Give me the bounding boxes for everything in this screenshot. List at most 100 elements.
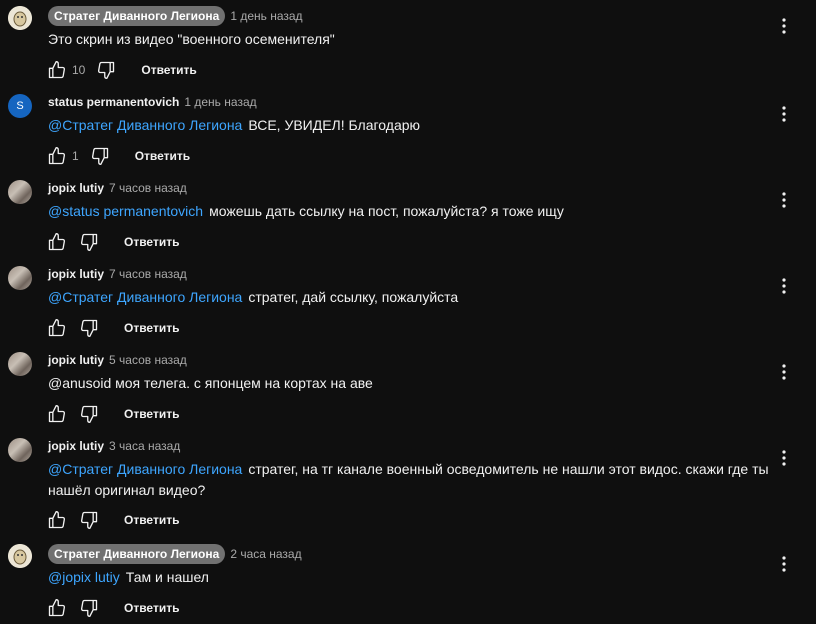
more-vertical-icon bbox=[782, 106, 786, 122]
more-vertical-icon bbox=[782, 192, 786, 208]
author-name[interactable]: jopix lutiy bbox=[48, 439, 104, 453]
reply-button[interactable]: Ответить bbox=[124, 601, 179, 615]
comment-header: status permanentovich 1 день назад bbox=[48, 92, 257, 112]
thumbs-down-icon bbox=[98, 61, 115, 80]
comment-text: @Стратег Диванного Легиона ВСЕ, УВИДЕЛ! Б… bbox=[48, 115, 778, 136]
avatar-letter: S bbox=[16, 100, 24, 112]
action-bar: Ответить bbox=[46, 230, 179, 254]
comment-text: Это скрин из видео "военного осеменителя… bbox=[48, 29, 778, 50]
thumbs-down-icon bbox=[80, 599, 98, 617]
dislike-button[interactable] bbox=[78, 597, 100, 619]
mention-link[interactable]: @Стратег Диванного Легиона bbox=[48, 289, 242, 305]
dislike-button[interactable] bbox=[78, 509, 100, 531]
comment-body: можешь дать ссылку на пост, пожалуйста? … bbox=[209, 203, 564, 219]
mention-link[interactable]: @jopix lutiy bbox=[48, 569, 120, 585]
more-options-button[interactable] bbox=[774, 188, 794, 212]
more-options-button[interactable] bbox=[774, 102, 794, 126]
timestamp[interactable]: 7 часов назад bbox=[109, 267, 187, 281]
avatar[interactable] bbox=[8, 352, 32, 376]
dislike-button[interactable] bbox=[78, 403, 100, 425]
comment-header: jopix lutiy 5 часов назад bbox=[48, 350, 187, 370]
thumbs-up-icon bbox=[48, 511, 66, 529]
comment-body: Это скрин из видео "военного осеменителя… bbox=[48, 31, 335, 47]
reply-button[interactable]: Ответить bbox=[135, 149, 190, 163]
dislike-button[interactable] bbox=[78, 317, 100, 339]
comment-body: ВСЕ, УВИДЕЛ! Благодарю bbox=[248, 117, 421, 133]
reply-button[interactable]: Ответить bbox=[124, 513, 179, 527]
thumbs-up-icon bbox=[48, 599, 66, 617]
more-vertical-icon bbox=[782, 364, 786, 380]
dislike-button[interactable] bbox=[89, 145, 111, 167]
timestamp[interactable]: 2 часа назад bbox=[230, 547, 301, 561]
thumbs-up-icon bbox=[48, 61, 66, 79]
timestamp[interactable]: 3 часа назад bbox=[109, 439, 180, 453]
reply-button[interactable]: Ответить bbox=[124, 235, 179, 249]
author-name[interactable]: Стратег Диванного Легиона bbox=[48, 544, 226, 564]
like-button[interactable] bbox=[46, 597, 68, 619]
author-name[interactable]: Стратег Диванного Легиона bbox=[48, 6, 226, 26]
action-bar: 1 Ответить bbox=[46, 144, 190, 168]
like-button[interactable] bbox=[46, 145, 68, 167]
timestamp[interactable]: 1 день назад bbox=[184, 95, 256, 109]
more-vertical-icon bbox=[782, 556, 786, 572]
timestamp[interactable]: 5 часов назад bbox=[109, 353, 187, 367]
comment-text: @Стратег Диванного Легиона стратег, на тг… bbox=[48, 459, 778, 501]
thumbs-up-icon bbox=[48, 319, 66, 337]
mention-link[interactable]: @status permanentovich bbox=[48, 203, 203, 219]
more-options-button[interactable] bbox=[774, 446, 794, 470]
comment-header: Стратег Диванного Легиона 1 день назад bbox=[48, 6, 303, 26]
mention-link[interactable]: @Стратег Диванного Легиона bbox=[48, 461, 242, 477]
comment-header: jopix lutiy 7 часов назад bbox=[48, 178, 187, 198]
more-options-button[interactable] bbox=[774, 14, 794, 38]
reply-button[interactable]: Ответить bbox=[124, 321, 179, 335]
avatar[interactable] bbox=[8, 438, 32, 462]
author-name[interactable]: jopix lutiy bbox=[48, 181, 104, 195]
mention-link[interactable]: @Стратег Диванного Легиона bbox=[48, 117, 242, 133]
action-bar: Ответить bbox=[46, 596, 179, 620]
author-name[interactable]: jopix lutiy bbox=[48, 353, 104, 367]
avatar[interactable] bbox=[8, 6, 32, 30]
reply-button[interactable]: Ответить bbox=[124, 407, 179, 421]
timestamp[interactable]: 1 день назад bbox=[230, 9, 302, 23]
more-vertical-icon bbox=[782, 450, 786, 466]
action-bar: 10 Ответить bbox=[46, 58, 197, 82]
comment-header: jopix lutiy 3 часа назад bbox=[48, 436, 180, 456]
like-button[interactable] bbox=[46, 509, 68, 531]
more-options-button[interactable] bbox=[774, 274, 794, 298]
comment-text: @status permanentovich можешь дать ссылку… bbox=[48, 201, 778, 222]
author-name[interactable]: status permanentovich bbox=[48, 95, 179, 109]
more-options-button[interactable] bbox=[774, 552, 794, 576]
avatar[interactable] bbox=[8, 266, 32, 290]
comment-header: jopix lutiy 7 часов назад bbox=[48, 264, 187, 284]
action-bar: Ответить bbox=[46, 316, 179, 340]
comment-body: Там и нашел bbox=[125, 569, 209, 585]
thumbs-up-icon bbox=[48, 147, 66, 165]
like-count: 1 bbox=[72, 149, 79, 163]
author-name[interactable]: jopix lutiy bbox=[48, 267, 104, 281]
comment-body: стратег, дай ссылку, пожалуйста bbox=[248, 289, 459, 305]
avatar[interactable]: S bbox=[8, 94, 32, 118]
dislike-button[interactable] bbox=[95, 59, 117, 81]
comment-text: @jopix lutiy Там и нашел bbox=[48, 567, 778, 588]
thumbs-up-icon bbox=[48, 405, 66, 423]
comment-replies-list: Стратег Диванного Легиона 1 день назад Э… bbox=[0, 0, 816, 624]
like-button[interactable] bbox=[46, 231, 68, 253]
more-options-button[interactable] bbox=[774, 360, 794, 384]
like-button[interactable] bbox=[46, 403, 68, 425]
avatar[interactable] bbox=[8, 544, 32, 568]
like-button[interactable] bbox=[46, 317, 68, 339]
comment-text: @Стратег Диванного Легиона стратег, дай с… bbox=[48, 287, 778, 308]
timestamp[interactable]: 7 часов назад bbox=[109, 181, 187, 195]
thumbs-down-icon bbox=[91, 147, 108, 165]
thumbs-up-icon bbox=[48, 233, 66, 251]
thumbs-down-icon bbox=[80, 319, 98, 337]
like-count: 10 bbox=[72, 63, 86, 77]
avatar[interactable] bbox=[8, 180, 32, 204]
reply-button[interactable]: Ответить bbox=[141, 63, 196, 77]
action-bar: Ответить bbox=[46, 402, 179, 426]
comment-body: @anusoid моя телега. с японцем на кортах… bbox=[48, 375, 373, 391]
more-vertical-icon bbox=[782, 18, 786, 34]
dislike-button[interactable] bbox=[78, 231, 100, 253]
action-bar: Ответить bbox=[46, 508, 179, 532]
like-button[interactable] bbox=[46, 59, 68, 81]
